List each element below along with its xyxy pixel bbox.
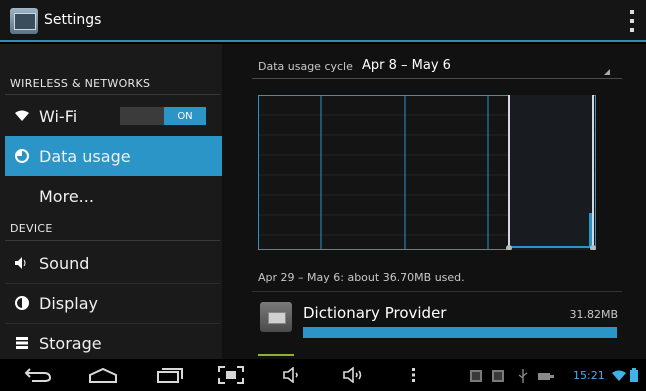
spinner-arrow-icon[interactable] [604,69,610,75]
sidebar-item-label: Data usage [39,146,131,166]
app-name[interactable]: Dictionary Provider [303,304,446,322]
sidebar-item-sound[interactable]: Sound [5,243,222,283]
settings-sidebar: WIRELESS & NETWORKS Wi-Fi ON Data usage … [0,44,222,359]
data-usage-icon [5,149,39,163]
cycle-label: Data usage cycle [258,60,353,73]
system-navigation-bar: 15:21 [0,359,646,391]
toggle-state: ON [164,107,206,125]
inspected-range [509,95,593,250]
next-app-bar-hint [258,354,294,356]
sidebar-item-data-usage[interactable]: Data usage [5,136,222,176]
sidebar-item-more[interactable]: More... [5,176,222,216]
sidebar-item-label: Sound [39,253,90,273]
usb-icon [518,369,528,386]
sidebar-item-label: Storage [39,333,102,353]
wifi-icon [5,110,39,122]
category-divider [5,240,220,241]
sidebar-item-wifi[interactable]: Wi-Fi ON [5,96,222,136]
home-button[interactable] [85,363,121,387]
speaker-icon [5,257,39,269]
page-title: Settings [44,12,102,28]
usb-debug-icon [538,371,554,384]
back-button[interactable] [20,363,56,387]
recent-apps-button[interactable] [152,363,188,387]
volume-up-button[interactable] [340,363,370,387]
battery-icon [630,368,638,385]
notification-icon[interactable] [492,370,504,385]
storage-icon [5,337,39,349]
category-wireless-networks: WIRELESS & NETWORKS [10,77,151,90]
volume-down-button[interactable] [280,363,306,387]
cycle-spinner-value[interactable]: Apr 8 – May 6 [362,58,451,73]
app-usage-size: 31.82MB [569,308,618,321]
menu-dots-button[interactable] [408,363,420,387]
clock[interactable]: 15:21 [573,369,605,382]
divider [252,291,622,292]
usage-summary: Apr 29 – May 6: about 36.70MB used. [258,271,465,284]
overflow-menu-icon[interactable] [628,10,636,32]
display-icon [5,296,39,310]
spinner-underline [252,78,622,79]
app-usage-bar [303,327,617,338]
sidebar-item-display[interactable]: Display [5,283,222,323]
category-device: DEVICE [10,222,53,235]
sidebar-item-label: More... [39,186,94,206]
wifi-signal-icon [612,370,626,385]
dictionary-provider-app-icon[interactable] [260,302,292,332]
screenshot-button[interactable] [216,363,246,387]
category-divider [5,94,220,95]
data-usage-detail: Data usage cycle Apr 8 – May 6 Apr 29 – … [222,44,646,359]
wifi-toggle[interactable]: ON [120,107,206,125]
usage-chart[interactable] [258,95,596,250]
action-bar: Settings [0,0,646,42]
sidebar-item-storage[interactable]: Storage [5,323,222,363]
sidebar-item-label: Display [39,293,98,313]
notification-icon[interactable] [470,370,482,385]
sidebar-item-label: Wi-Fi [39,106,78,126]
settings-app-icon[interactable] [10,8,38,34]
